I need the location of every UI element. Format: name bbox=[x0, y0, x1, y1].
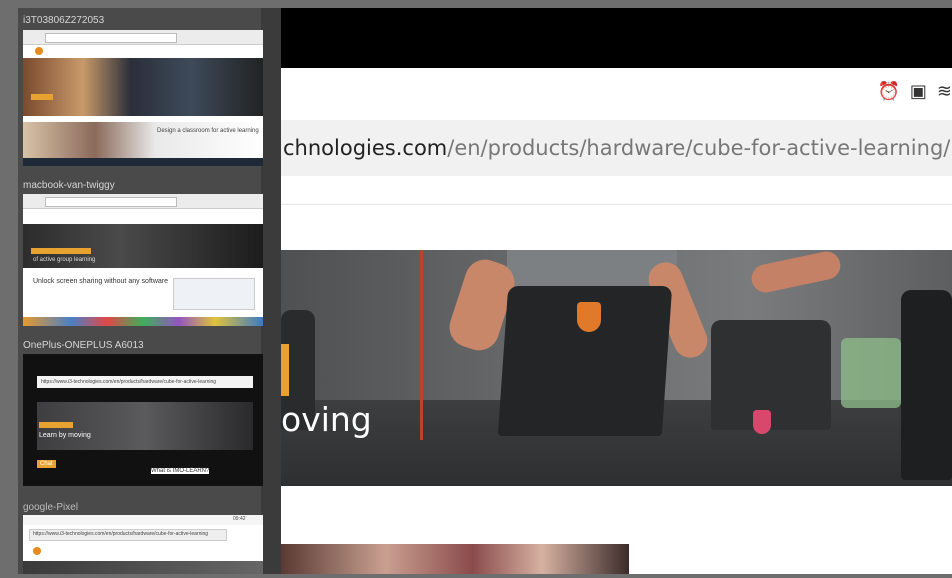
device-list-sidebar[interactable]: i3T03806Z272053 Design a classroom for a… bbox=[18, 8, 281, 574]
cube-handle bbox=[753, 410, 771, 434]
url-bar[interactable]: chnologies.com/en/products/hardware/cube… bbox=[281, 120, 952, 176]
device-label: OnePlus-ONEPLUS A6013 bbox=[23, 340, 144, 351]
content-heading: Design a classroom for active learning bbox=[157, 128, 259, 134]
content-heading: Unlock screen sharing without any softwa… bbox=[33, 278, 169, 285]
hero-banner bbox=[23, 561, 263, 574]
phone-url: https://www.i3-technologies.com/en/produ… bbox=[41, 379, 217, 385]
device-thumbnail[interactable]: https://www.i3-technologies.com/en/produ… bbox=[23, 354, 263, 486]
url-field bbox=[45, 33, 177, 43]
nfc-icon: ▣ bbox=[909, 80, 927, 102]
hero-title: Learn by moving bbox=[39, 432, 91, 439]
sidebar-scroll-track[interactable] bbox=[261, 8, 281, 574]
cast-icon: ≋ bbox=[936, 80, 952, 102]
device-label: macbook-van-twiggy bbox=[23, 180, 115, 191]
url-field bbox=[45, 197, 177, 207]
screen-mockup bbox=[173, 278, 255, 310]
chair bbox=[841, 338, 901, 408]
status-bar-area bbox=[281, 8, 952, 68]
accent-chip bbox=[39, 422, 73, 428]
status-icons: ⏰ ▣ ≋ bbox=[877, 78, 952, 104]
hero-image: oving bbox=[281, 250, 952, 486]
url-path: /en/products/hardware/cube-for-active-le… bbox=[447, 136, 951, 160]
content-blank bbox=[629, 544, 952, 574]
device-label: google-Pixel bbox=[23, 502, 79, 513]
device-label: i3T03806Z272053 bbox=[23, 15, 105, 26]
accent-chip bbox=[31, 94, 53, 100]
cube-seat bbox=[711, 320, 831, 430]
cube-seat bbox=[901, 290, 952, 480]
phone-status-bar bbox=[23, 515, 263, 525]
hero-banner bbox=[23, 58, 263, 116]
divider bbox=[281, 204, 952, 205]
status-time: 09:42 bbox=[233, 516, 246, 522]
alarm-icon: ⏰ bbox=[877, 80, 900, 102]
device-thumbnail[interactable]: 09:42 https://www.i3-technologies.com/en… bbox=[23, 515, 263, 574]
browser-toolbar bbox=[23, 30, 263, 45]
hero-accent-tab bbox=[281, 344, 289, 396]
banner-text: of active group learning bbox=[33, 257, 96, 263]
url-host: chnologies.com bbox=[283, 136, 448, 160]
os-taskbar bbox=[23, 158, 263, 166]
brand-logo-icon bbox=[35, 47, 43, 55]
cube-handle bbox=[577, 302, 601, 332]
content-heading: What is IMO-LEARN? bbox=[151, 468, 210, 474]
main-device-view[interactable]: ⏰ ▣ ≋ chnologies.com/en/products/hardwar… bbox=[281, 8, 952, 574]
browser-toolbar bbox=[23, 194, 263, 209]
device-thumbnail[interactable]: Design a classroom for active learning bbox=[23, 30, 263, 166]
chat-button[interactable]: Chat bbox=[37, 460, 56, 468]
hero-pole bbox=[420, 250, 423, 440]
device-thumbnail[interactable]: of active group learning Unlock screen s… bbox=[23, 194, 263, 326]
brand-logo-icon bbox=[33, 547, 41, 555]
phone-url: https://www.i3-technologies.com/en/produ… bbox=[33, 531, 209, 537]
accent-chip bbox=[31, 248, 91, 254]
content-image-strip bbox=[281, 544, 629, 574]
url-text[interactable]: chnologies.com/en/products/hardware/cube… bbox=[281, 136, 950, 160]
mac-dock bbox=[23, 317, 263, 326]
hero-title: oving bbox=[281, 400, 372, 439]
